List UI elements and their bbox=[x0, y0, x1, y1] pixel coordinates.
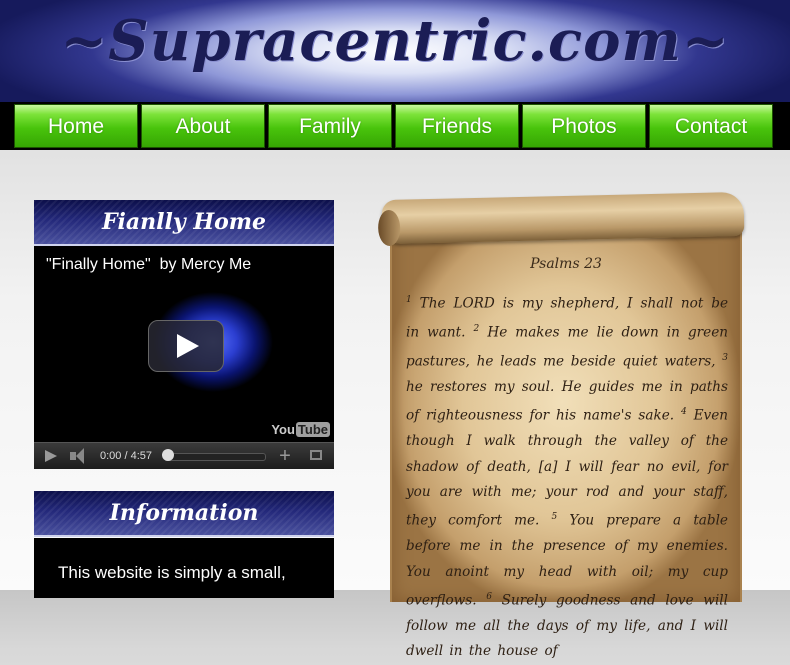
seek-bar[interactable] bbox=[164, 453, 266, 461]
verse-text: Even though I walk through the valley of… bbox=[406, 407, 728, 529]
scroll-parchment: Psalms 23 1 The LORD is my shepherd, I s… bbox=[390, 222, 742, 659]
verse-number: 5 bbox=[551, 512, 558, 523]
nav-home[interactable]: Home bbox=[14, 104, 138, 148]
nav-family[interactable]: Family bbox=[268, 104, 392, 148]
seek-handle[interactable] bbox=[162, 449, 174, 461]
play-button[interactable] bbox=[148, 320, 224, 372]
player-controls: 0:00 / 4:57 + bbox=[34, 442, 334, 469]
verse-number: 1 bbox=[406, 295, 412, 305]
main-nav: Home About Family Friends Photos Contact bbox=[0, 102, 790, 150]
video-panel-heading-text: Fianlly Home bbox=[101, 209, 267, 235]
youtube-logo[interactable]: You Tube bbox=[271, 422, 330, 437]
time-readout: 0:00 / 4:57 bbox=[100, 450, 152, 462]
info-panel-heading: Information bbox=[34, 491, 334, 537]
verse-number: 4 bbox=[680, 407, 687, 418]
video-panel-heading: Fianlly Home bbox=[34, 200, 334, 246]
volume-icon[interactable] bbox=[68, 443, 92, 469]
info-panel-heading-text: Information bbox=[109, 500, 259, 526]
verse-text: he restores my soul. He guides me in pat… bbox=[406, 378, 728, 424]
site-title: ~Supracentric.com~ bbox=[60, 8, 730, 74]
site-header: ~Supracentric.com~ bbox=[0, 0, 790, 102]
play-control-icon[interactable] bbox=[34, 443, 64, 469]
scroll-top-roll bbox=[381, 191, 745, 245]
scripture-scroll: Psalms 23 1 The LORD is my shepherd, I s… bbox=[376, 191, 752, 659]
verse-number: 6 bbox=[486, 592, 492, 603]
scroll-text: 1 The LORD is my shepherd, I shall not b… bbox=[406, 288, 728, 665]
scroll-heading: Psalms 23 bbox=[530, 256, 602, 272]
nav-about[interactable]: About bbox=[141, 104, 265, 148]
video-player[interactable]: "Finally Home" by Mercy Me You Tube 0:00 … bbox=[34, 246, 334, 469]
verse-number: 2 bbox=[473, 323, 480, 334]
video-title[interactable]: "Finally Home" by Mercy Me bbox=[46, 256, 251, 274]
nav-photos[interactable]: Photos bbox=[522, 104, 646, 148]
plus-icon[interactable]: + bbox=[274, 443, 296, 469]
nav-friends[interactable]: Friends bbox=[395, 104, 519, 148]
info-panel-body: This website is simply a small, bbox=[34, 538, 334, 598]
verse-number: 3 bbox=[722, 352, 728, 363]
fullscreen-icon[interactable] bbox=[306, 443, 328, 469]
nav-contact[interactable]: Contact bbox=[649, 104, 773, 148]
